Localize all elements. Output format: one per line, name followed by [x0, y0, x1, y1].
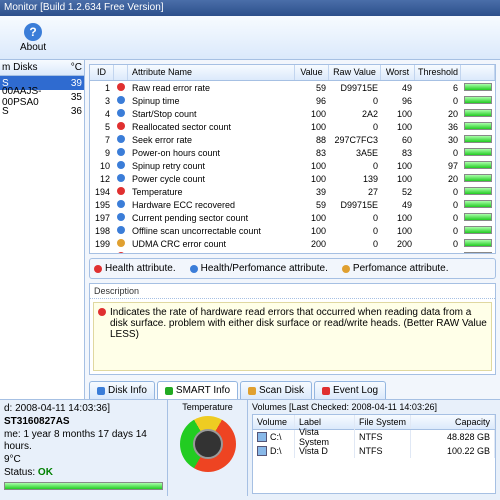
- threshold-bar: [464, 252, 492, 255]
- legend: Health attribute. Health/Perfomance attr…: [89, 258, 496, 279]
- attr-icon: [117, 252, 125, 255]
- tab-scan-disk[interactable]: Scan Disk: [240, 381, 312, 399]
- health-icon: [98, 308, 106, 316]
- tab-event-log[interactable]: Event Log: [314, 381, 386, 399]
- footer: d: 2008-04-11 14:03:36] ST3160827AS me: …: [0, 400, 500, 496]
- threshold-bar: [464, 135, 492, 143]
- table-row[interactable]: 4Start/Stop count1002A210020: [90, 107, 495, 120]
- table-row[interactable]: 12Power cycle count10013910020: [90, 172, 495, 185]
- threshold-bar: [464, 161, 492, 169]
- attr-icon: [117, 96, 125, 104]
- threshold-bar: [464, 226, 492, 234]
- health-icon: [94, 265, 102, 273]
- table-row[interactable]: 3Spinup time960960: [90, 94, 495, 107]
- uptime: me: 1 year 8 months 17 days 14 hours.: [4, 429, 163, 453]
- about-label: About: [20, 42, 46, 53]
- attr-icon: [117, 109, 125, 117]
- perf-icon: [342, 265, 350, 273]
- table-row[interactable]: 199UDMA CRC error count20002000: [90, 237, 495, 250]
- volume-row[interactable]: D:\Vista DNTFS100.22 GB: [253, 444, 495, 458]
- attr-icon: [117, 122, 125, 130]
- disk-model: ST3160827AS: [4, 416, 163, 428]
- attr-icon: [117, 187, 125, 195]
- log-icon: [322, 387, 330, 395]
- tab-smart-info[interactable]: SMART Info: [157, 381, 238, 399]
- info-icon: ?: [24, 23, 42, 41]
- status-bar: [4, 482, 163, 490]
- table-row[interactable]: 9Power-on hours count833A5E830: [90, 146, 495, 159]
- attr-icon: [117, 213, 125, 221]
- attr-icon: [117, 226, 125, 234]
- volume-row[interactable]: C:\Vista SystemNTFS48.828 GB: [253, 430, 495, 444]
- tab-disk-info[interactable]: Disk Info: [89, 381, 155, 399]
- volumes-title: Volumes [Last Checked: 2008-04-11 14:03:…: [252, 402, 496, 412]
- disk-list-sidebar: m Disks°C S3900AAJS-00PSA035S36: [0, 60, 85, 399]
- temperature-panel: Temperature: [168, 400, 248, 496]
- smart-icon: [165, 387, 173, 395]
- threshold-bar: [464, 83, 492, 91]
- threshold-bar: [464, 122, 492, 130]
- volumes-panel: Volumes [Last Checked: 2008-04-11 14:03:…: [248, 400, 500, 496]
- status-ok: OK: [38, 467, 53, 478]
- grid-header: ID Attribute Name Value Raw Value Worst …: [90, 65, 495, 81]
- about-button[interactable]: ? About: [20, 23, 46, 53]
- attr-icon: [117, 83, 125, 91]
- threshold-bar: [464, 96, 492, 104]
- attr-icon: [117, 148, 125, 156]
- toolbar: ? About: [0, 16, 500, 60]
- attr-icon: [117, 135, 125, 143]
- threshold-bar: [464, 200, 492, 208]
- description-text: Indicates the rate of hardware read erro…: [110, 307, 487, 366]
- table-row[interactable]: 194Temperature3927520: [90, 185, 495, 198]
- tab-bar: Disk Info SMART Info Scan Disk Event Log: [89, 379, 496, 399]
- table-row[interactable]: 5Reallocated sector count100010036: [90, 120, 495, 133]
- table-row[interactable]: 7Seek error rate88297C7FC36030: [90, 133, 495, 146]
- attr-icon: [117, 239, 125, 247]
- temp-value: 9°C: [4, 454, 163, 466]
- attr-icon: [117, 174, 125, 182]
- threshold-bar: [464, 187, 492, 195]
- gauge-icon: [180, 416, 236, 472]
- threshold-bar: [464, 109, 492, 117]
- disk-icon: [97, 387, 105, 395]
- threshold-bar: [464, 239, 492, 247]
- scan-icon: [248, 387, 256, 395]
- table-row[interactable]: 195Hardware ECC recovered59D99715E490: [90, 198, 495, 211]
- smart-attributes-grid: ID Attribute Name Value Raw Value Worst …: [89, 64, 496, 254]
- temperature-title: Temperature: [182, 402, 233, 412]
- description-title: Description: [90, 284, 495, 299]
- table-row[interactable]: 200Write error rate10002530: [90, 250, 495, 254]
- disk-summary: d: 2008-04-11 14:03:36] ST3160827AS me: …: [0, 400, 168, 496]
- attr-icon: [117, 161, 125, 169]
- checked-date: d: 2008-04-11 14:03:36]: [4, 403, 163, 415]
- sidebar-disk-item[interactable]: 00AAJS-00PSA035: [0, 90, 84, 104]
- status-row: Status: OK: [4, 467, 163, 479]
- table-row[interactable]: 198Offline scan uncorrectable count10001…: [90, 224, 495, 237]
- window-titlebar: Monitor [Build 1.2.634 Free Version]: [0, 0, 500, 16]
- volumes-table: Volume Label File System Capacity C:\Vis…: [252, 414, 496, 494]
- threshold-bar: [464, 213, 492, 221]
- sidebar-header: m Disks°C: [0, 60, 84, 76]
- table-row[interactable]: 197Current pending sector count10001000: [90, 211, 495, 224]
- description-panel: Description Indicates the rate of hardwa…: [89, 283, 496, 375]
- threshold-bar: [464, 174, 492, 182]
- attr-icon: [117, 200, 125, 208]
- table-row[interactable]: 10Spinup retry count100010097: [90, 159, 495, 172]
- health-perf-icon: [190, 265, 198, 273]
- table-row[interactable]: 1Raw read error rate59D99715E496: [90, 81, 495, 94]
- threshold-bar: [464, 148, 492, 156]
